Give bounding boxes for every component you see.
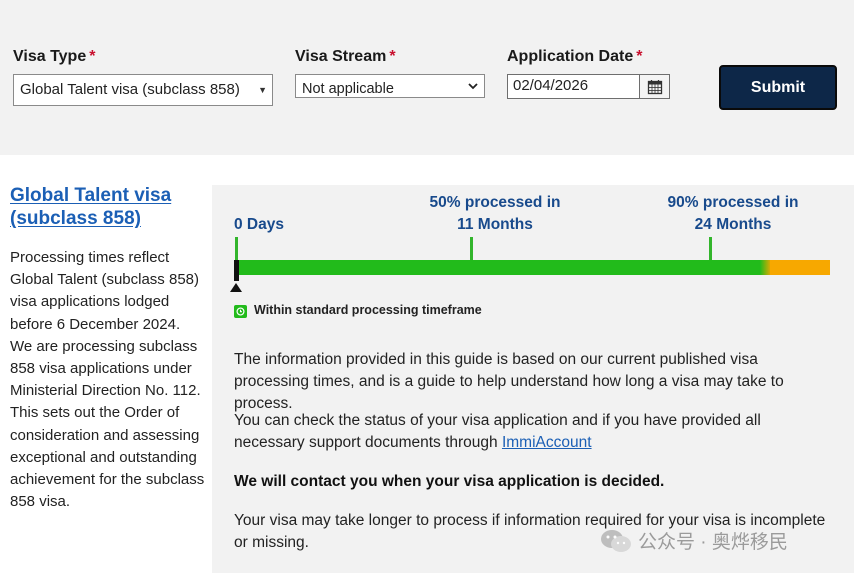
visa-type-value: Global Talent visa (subclass 858): [20, 81, 240, 98]
caret-down-icon: ▼: [258, 85, 267, 95]
visa-type-select[interactable]: Global Talent visa (subclass 858) ▼: [13, 74, 273, 106]
timeline-50-label: 50% processed in 11 Months: [429, 194, 561, 233]
info-paragraph-1: The information provided in this guide i…: [234, 351, 784, 412]
timeline-90-label: 90% processed in 24 Months: [667, 194, 799, 233]
application-date-label: Application Date *: [507, 48, 643, 65]
clock-check-icon: [234, 305, 247, 318]
calendar-button[interactable]: [639, 74, 670, 99]
immiaccount-link[interactable]: ImmiAccount: [502, 434, 592, 451]
wechat-icon: [601, 529, 631, 552]
info-decision-notice: We will contact you when your visa appli…: [234, 473, 665, 490]
timeline-bar-within: [236, 260, 764, 275]
visa-stream-select[interactable]: Not applicable: [295, 74, 485, 98]
application-date-pointer-icon: [230, 283, 242, 292]
timeline-tick-start: [235, 237, 238, 261]
chevron-down-icon: [467, 76, 479, 97]
visa-stream-value: Not applicable: [302, 81, 394, 97]
timeline-bar-beyond: [770, 260, 830, 275]
timeline-start-marker: [234, 260, 239, 281]
required-mark: *: [89, 48, 96, 65]
timeline-tick-90: [709, 237, 712, 261]
info-paragraph-2: You can check the status of your visa ap…: [234, 412, 761, 451]
timeline-tick-50: [470, 237, 473, 261]
application-date-input[interactable]: 02/04/2026: [507, 74, 640, 99]
calendar-icon: [647, 79, 662, 94]
submit-button[interactable]: Submit: [719, 65, 837, 110]
timeline-legend: Within standard processing timeframe: [254, 303, 482, 317]
required-mark: *: [389, 48, 396, 65]
watermark: 公众号 · 奥烨移民: [600, 527, 788, 554]
watermark-text: 公众号 · 奥烨移民: [638, 532, 788, 553]
visa-description: Processing times reflect Global Talent (…: [10, 249, 205, 511]
timeline-start-label: 0 Days: [234, 216, 284, 233]
visa-type-label: Visa Type *: [13, 48, 96, 65]
visa-title-link[interactable]: Global Talent visa (subclass 858): [10, 184, 200, 230]
required-mark: *: [636, 48, 643, 65]
visa-stream-label: Visa Stream *: [295, 48, 396, 65]
application-date-value: 02/04/2026: [513, 77, 589, 94]
